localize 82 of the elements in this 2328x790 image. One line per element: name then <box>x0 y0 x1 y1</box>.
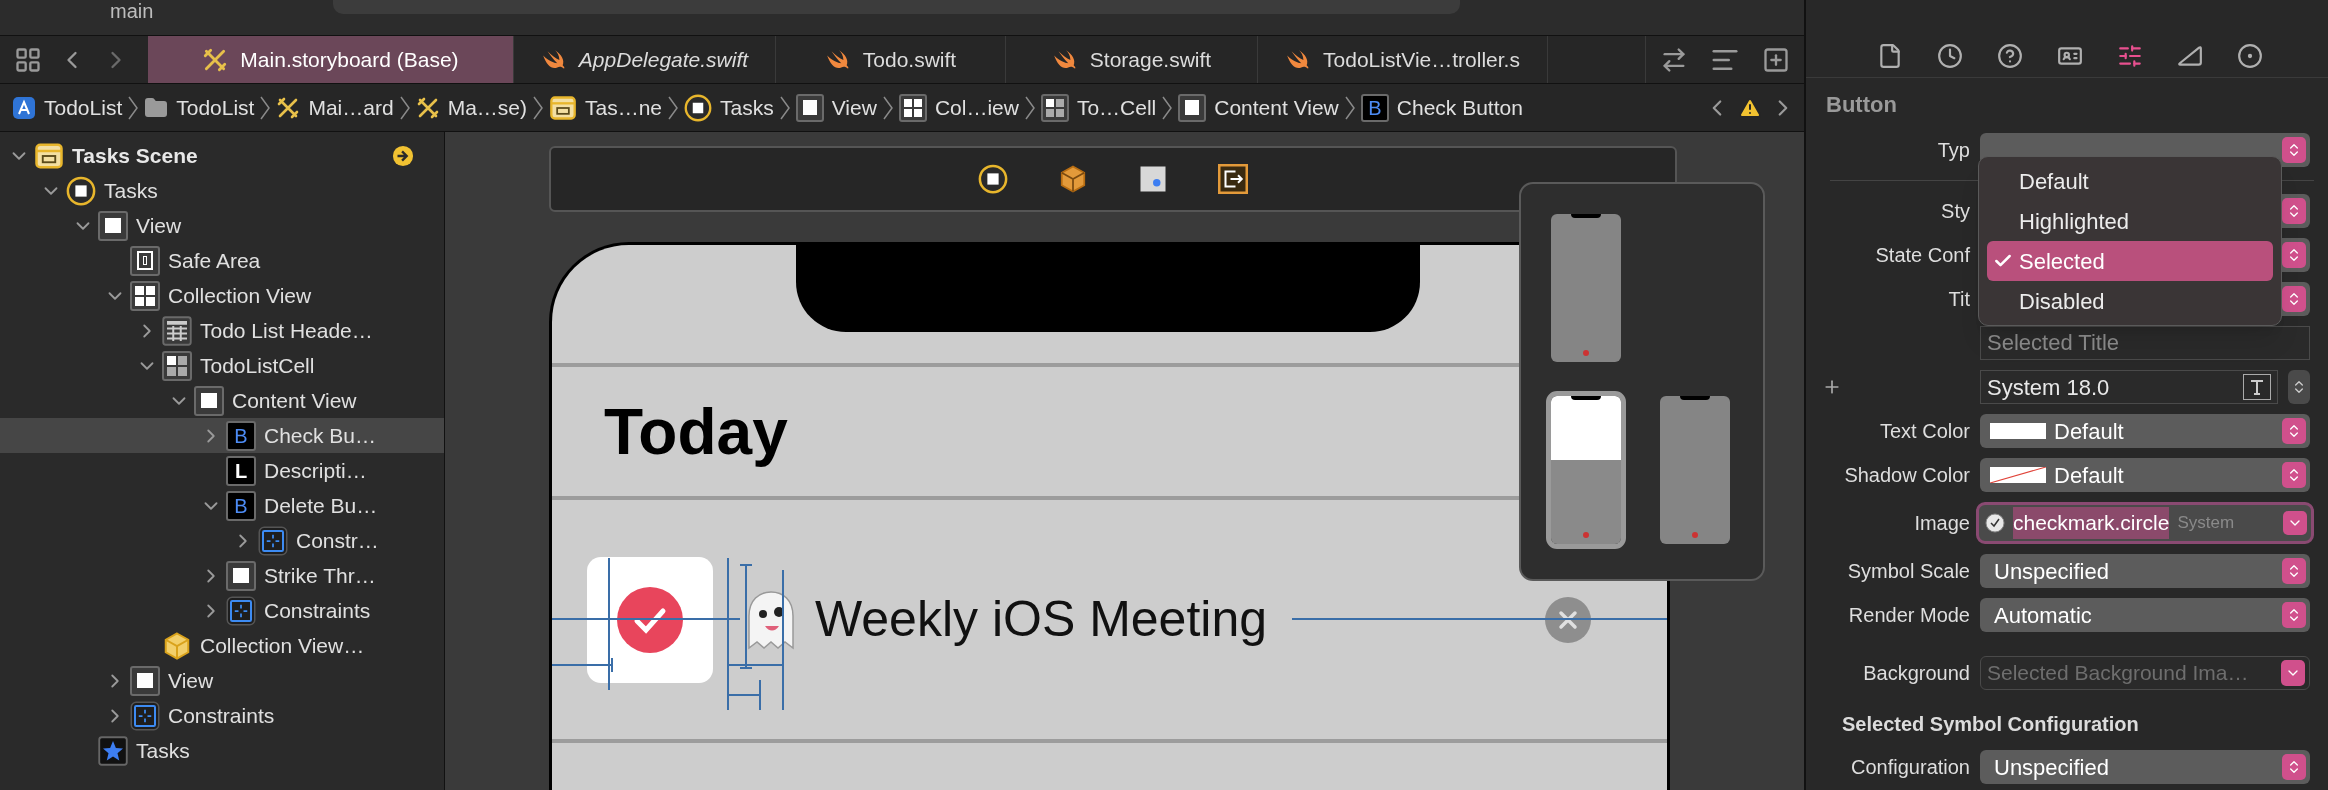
color-popup[interactable]: Default <box>1980 414 2310 448</box>
outline-label: View <box>168 667 214 694</box>
inspector-section-title: Button <box>1826 90 1897 119</box>
menu-item[interactable]: Highlighted <box>1987 201 2273 241</box>
breadcrumb[interactable]: To…Cell <box>1040 91 1157 124</box>
outline-row[interactable]: Strike Thr… <box>0 558 444 593</box>
breadcrumb[interactable]: Tas…ne <box>549 91 663 124</box>
breadcrumb[interactable]: TodoList <box>144 91 255 124</box>
screen-title: Today <box>604 394 788 470</box>
outline-row[interactable]: View <box>0 208 444 243</box>
outline-label: Todo List Heade… <box>200 317 373 344</box>
field-label: Tit <box>1947 287 1970 312</box>
task-text: Weekly iOS Meeting <box>815 590 1268 649</box>
outline-row[interactable]: B Delete Bu… <box>0 488 444 523</box>
field-label: Sty <box>1940 199 1970 224</box>
outline-label: Tasks <box>136 737 190 764</box>
image-combo-field[interactable]: checkmark.circle System <box>1976 502 2314 544</box>
menu-item[interactable]: Selected <box>1987 241 2273 281</box>
outline-label: Safe Area <box>168 247 261 274</box>
breadcrumb[interactable]: B Check Button <box>1360 91 1523 124</box>
outline-label: Collection View… <box>200 632 365 659</box>
outline-row[interactable]: Collection View <box>0 278 444 313</box>
field-label: State Conf <box>1874 243 1970 268</box>
popup-button[interactable]: Unspecified <box>1980 554 2310 588</box>
outline-label: Tasks <box>104 177 158 204</box>
breadcrumb[interactable]: Mai…ard <box>276 91 394 124</box>
title-field[interactable]: Selected Title <box>1980 326 2310 360</box>
popup-button[interactable]: Unspecified <box>1980 750 2310 784</box>
outline-label: Constraints <box>264 597 371 624</box>
outline-row[interactable]: Content View <box>0 383 444 418</box>
color-popup[interactable]: Default <box>1980 458 2310 492</box>
outline-label: Strike Thr… <box>264 562 376 589</box>
field-label: Configuration <box>1850 755 1970 780</box>
breadcrumb[interactable]: Col…iew <box>898 91 1019 124</box>
breadcrumb[interactable]: View <box>795 91 877 124</box>
field-label: Symbol Scale <box>1846 559 1970 584</box>
image-name: checkmark.circle <box>2013 507 2170 539</box>
field-label: Background <box>1862 661 1970 686</box>
outline-row[interactable]: Safe Area <box>0 243 444 278</box>
outline-label: Constraints <box>168 702 275 729</box>
outline-label: TodoListCell <box>200 352 315 379</box>
type-glyph: B <box>226 490 256 521</box>
outline-row[interactable]: Tasks Scene <box>0 138 444 173</box>
outline-row[interactable]: B Check Bu… <box>0 418 444 453</box>
breadcrumb[interactable]: Content View <box>1178 91 1339 124</box>
field-label: Typ <box>1936 138 1970 163</box>
outline-row[interactable]: Tasks <box>0 173 444 208</box>
type-glyph: B <box>1360 93 1389 122</box>
source-note: System <box>2177 512 2235 535</box>
field-label: Text Color <box>1878 419 1970 444</box>
breadcrumb[interactable]: Ma…se) <box>415 91 527 124</box>
outline-row[interactable]: TodoListCell <box>0 348 444 383</box>
menu-item[interactable]: Disabled <box>1987 281 2273 321</box>
outline-row[interactable]: Constraints <box>0 698 444 733</box>
outline-row[interactable]: L Descripti… <box>0 453 444 488</box>
outline-label: Tasks Scene <box>72 142 198 169</box>
outline-row[interactable]: View <box>0 663 444 698</box>
outline-row[interactable]: Constraints <box>0 593 444 628</box>
outline-label: Delete Bu… <box>264 492 378 519</box>
font-field[interactable]: System 18.0 <box>1980 370 2278 404</box>
breadcrumb[interactable]: TodoList <box>12 91 123 124</box>
outline-row[interactable]: Collection View… <box>0 628 444 663</box>
outline-label: Check Bu… <box>264 422 377 449</box>
outline-row[interactable]: Tasks <box>0 733 444 768</box>
breadcrumb[interactable]: Tasks <box>684 91 774 124</box>
menu-item[interactable]: Default <box>1987 161 2273 201</box>
branch-name: main <box>110 0 154 22</box>
outline-label: Collection View <box>168 282 312 309</box>
outline-label: Constr… <box>296 527 379 554</box>
outline-label: Descripti… <box>264 457 367 484</box>
field-label: Render Mode <box>1847 603 1970 628</box>
popup-button[interactable]: Automatic <box>1980 598 2310 632</box>
field-label: Image <box>1913 511 1970 536</box>
outline-label: Content View <box>232 387 357 414</box>
type-glyph: L <box>226 455 256 486</box>
section-heading: Selected Symbol Configuration <box>1842 712 2139 737</box>
type-glyph: B <box>226 420 256 451</box>
field-label: Shadow Color <box>1843 463 1970 488</box>
outline-label: View <box>136 212 182 239</box>
outline-row[interactable]: Todo List Heade… <box>0 313 444 348</box>
outline-row[interactable]: Constr… <box>0 523 444 558</box>
editor-tab[interactable]: Main.storyboard (Base) <box>148 36 514 83</box>
